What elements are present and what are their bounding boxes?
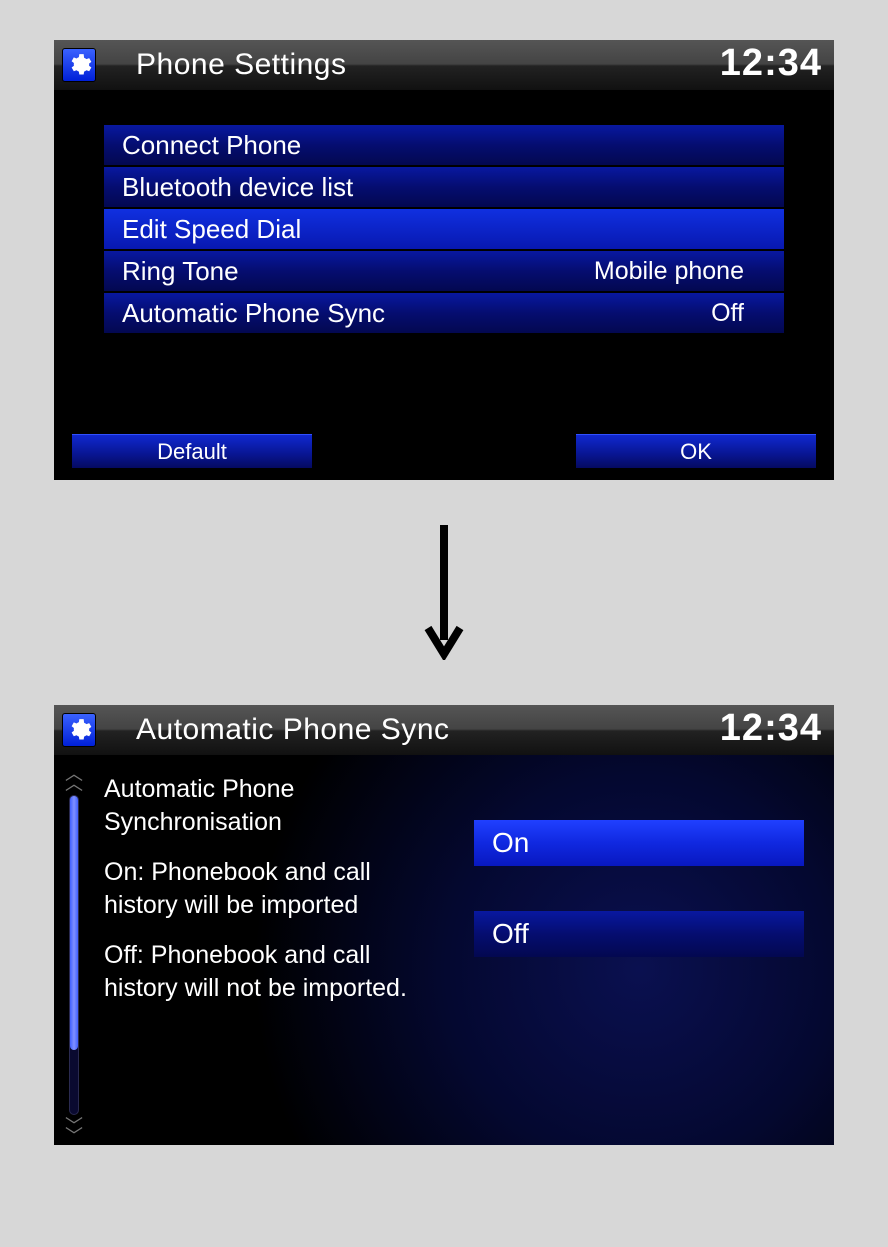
phone-settings-screen: Phone Settings 12:34 Connect Phone Bluet… [54, 40, 834, 480]
menu-label: Bluetooth device list [122, 172, 353, 203]
menu-item-auto-phone-sync[interactable]: Automatic Phone Sync Off [104, 293, 784, 335]
menu-label: Ring Tone [122, 256, 239, 287]
gear-icon[interactable] [62, 48, 96, 82]
clock-display: 12:34 [720, 42, 822, 85]
page-title: Automatic Phone Sync [136, 713, 450, 747]
menu-item-bluetooth-list[interactable]: Bluetooth device list [104, 167, 784, 209]
option-on[interactable]: On [474, 820, 804, 866]
desc-on-text: On: Phonebook and call history will be i… [104, 856, 444, 921]
button-label: Default [157, 439, 227, 465]
menu-item-ring-tone[interactable]: Ring Tone Mobile phone [104, 251, 784, 293]
menu-value: Off [711, 299, 744, 328]
option-label: Off [492, 918, 529, 950]
menu-label: Edit Speed Dial [122, 214, 301, 245]
option-off[interactable]: Off [474, 911, 804, 957]
desc-off-text: Off: Phonebook and call history will not… [104, 939, 444, 1004]
page-title: Phone Settings [136, 48, 346, 82]
menu-label: Automatic Phone Sync [122, 298, 385, 329]
options-panel: On Off [454, 765, 834, 1145]
screen-body: ︿︿ ﹀﹀ Automatic Phone Synchronisation On… [54, 765, 834, 1145]
flow-arrow [40, 480, 848, 705]
desc-heading: Automatic Phone Synchronisation [104, 773, 444, 838]
auto-phone-sync-screen: Automatic Phone Sync 12:34 ︿︿ ﹀﹀ Automat… [54, 705, 834, 1145]
chevron-up-icon[interactable]: ︿︿ [65, 769, 83, 789]
scroll-track[interactable] [69, 795, 79, 1115]
gear-icon[interactable] [62, 713, 96, 747]
chevron-down-icon[interactable]: ﹀﹀ [65, 1121, 83, 1141]
header-bar: Phone Settings 12:34 [54, 40, 834, 90]
header-bar: Automatic Phone Sync 12:34 [54, 705, 834, 755]
arrow-down-icon [424, 520, 464, 660]
menu-label: Connect Phone [122, 130, 301, 161]
default-button[interactable]: Default [72, 434, 312, 468]
menu-value: Mobile phone [594, 257, 744, 286]
description-panel: Automatic Phone Synchronisation On: Phon… [94, 765, 454, 1145]
button-label: OK [680, 439, 712, 465]
ok-button[interactable]: OK [576, 434, 816, 468]
settings-menu: Connect Phone Bluetooth device list Edit… [104, 125, 784, 335]
scroll-thumb[interactable] [70, 796, 78, 1050]
menu-item-edit-speed-dial[interactable]: Edit Speed Dial [104, 209, 784, 251]
option-label: On [492, 827, 529, 859]
menu-item-connect-phone[interactable]: Connect Phone [104, 125, 784, 167]
scrollbar[interactable]: ︿︿ ﹀﹀ [54, 765, 94, 1145]
clock-display: 12:34 [720, 707, 822, 750]
bottom-bar: Default OK [54, 434, 834, 468]
